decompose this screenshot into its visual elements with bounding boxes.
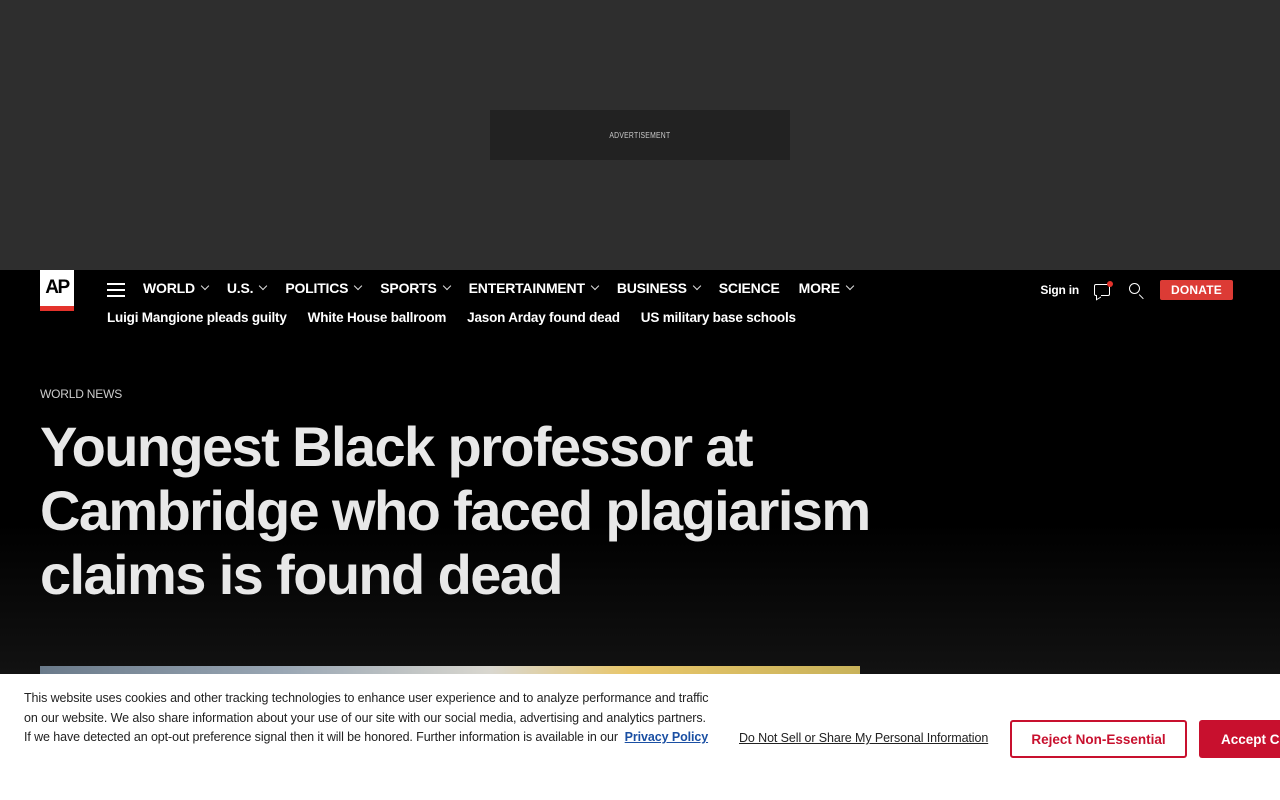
chevron-down-icon xyxy=(354,281,363,291)
accept-cookies-button[interactable]: Accept Cookies xyxy=(1199,720,1280,758)
notification-dot xyxy=(1107,281,1114,287)
nav-item-label: BUSINESS xyxy=(616,280,687,296)
hero-image xyxy=(40,666,860,674)
nav-item-label: MORE xyxy=(798,280,840,296)
site-header: AP WORLD U.S. POLITICS SPORTS ENTERTAINM… xyxy=(0,270,1280,340)
nav-item-more[interactable]: MORE xyxy=(798,280,855,296)
nav-item-world[interactable]: WORLD xyxy=(143,280,210,296)
nav-item-politics[interactable]: POLITICS xyxy=(285,280,363,296)
nav-item-label: SCIENCE xyxy=(718,280,780,296)
logo-text: AP xyxy=(45,277,70,298)
main-nav: WORLD U.S. POLITICS SPORTS ENTERTAINMENT… xyxy=(143,280,872,296)
nav-item-sports[interactable]: SPORTS xyxy=(380,280,451,296)
chevron-down-icon xyxy=(692,281,702,291)
logo-red-bar xyxy=(40,306,74,311)
trending-link[interactable]: Jason Arday found dead xyxy=(467,310,620,325)
do-not-sell-link[interactable]: Do Not Sell or Share My Personal Informa… xyxy=(739,731,988,745)
sign-in-link[interactable]: Sign in xyxy=(1040,283,1079,297)
chevron-down-icon xyxy=(845,281,855,291)
trending-link[interactable]: Luigi Mangione pleads guilty xyxy=(107,310,287,325)
chevron-down-icon xyxy=(442,281,451,291)
advertisement-region: ADVERTISEMENT xyxy=(0,0,1280,270)
reject-non-essential-button[interactable]: Reject Non-Essential xyxy=(1010,720,1187,758)
nav-item-us[interactable]: U.S. xyxy=(226,280,268,296)
nav-item-entertainment[interactable]: ENTERTAINMENT xyxy=(468,280,600,296)
chevron-down-icon xyxy=(590,281,600,291)
ap-logo[interactable]: AP xyxy=(40,270,74,311)
cookie-text: This website uses cookies and other trac… xyxy=(24,689,714,748)
nav-item-business[interactable]: BUSINESS xyxy=(616,280,702,296)
hamburger-menu-icon[interactable] xyxy=(107,283,125,297)
cookie-message: This website uses cookies and other trac… xyxy=(24,691,709,744)
privacy-policy-link[interactable]: Privacy Policy xyxy=(625,730,708,744)
donate-button[interactable]: DONATE xyxy=(1160,280,1233,300)
nav-item-science[interactable]: SCIENCE xyxy=(719,280,780,296)
chevron-down-icon xyxy=(200,281,210,291)
search-icon[interactable] xyxy=(1127,281,1145,300)
chat-icon[interactable] xyxy=(1093,281,1114,301)
advertisement-slot[interactable]: ADVERTISEMENT xyxy=(490,110,790,160)
advertisement-label: ADVERTISEMENT xyxy=(609,130,671,140)
nav-item-label: POLITICS xyxy=(285,280,349,296)
trending-links: Luigi Mangione pleads guilty White House… xyxy=(107,310,817,325)
nav-item-label: WORLD xyxy=(143,280,195,296)
article-header: WORLD NEWS Youngest Black professor at C… xyxy=(0,340,1280,674)
header-tools: Sign in DONATE xyxy=(1040,280,1233,301)
trending-link[interactable]: White House ballroom xyxy=(308,310,447,325)
article-headline: Youngest Black professor at Cambridge wh… xyxy=(40,415,871,606)
nav-item-label: ENTERTAINMENT xyxy=(468,280,585,296)
trending-link[interactable]: US military base schools xyxy=(641,310,796,325)
chevron-down-icon xyxy=(259,281,268,291)
section-label[interactable]: WORLD NEWS xyxy=(40,387,122,401)
nav-item-label: U.S. xyxy=(226,280,254,296)
cookie-consent-banner: This website uses cookies and other trac… xyxy=(0,674,1280,800)
nav-item-label: SPORTS xyxy=(380,280,437,296)
